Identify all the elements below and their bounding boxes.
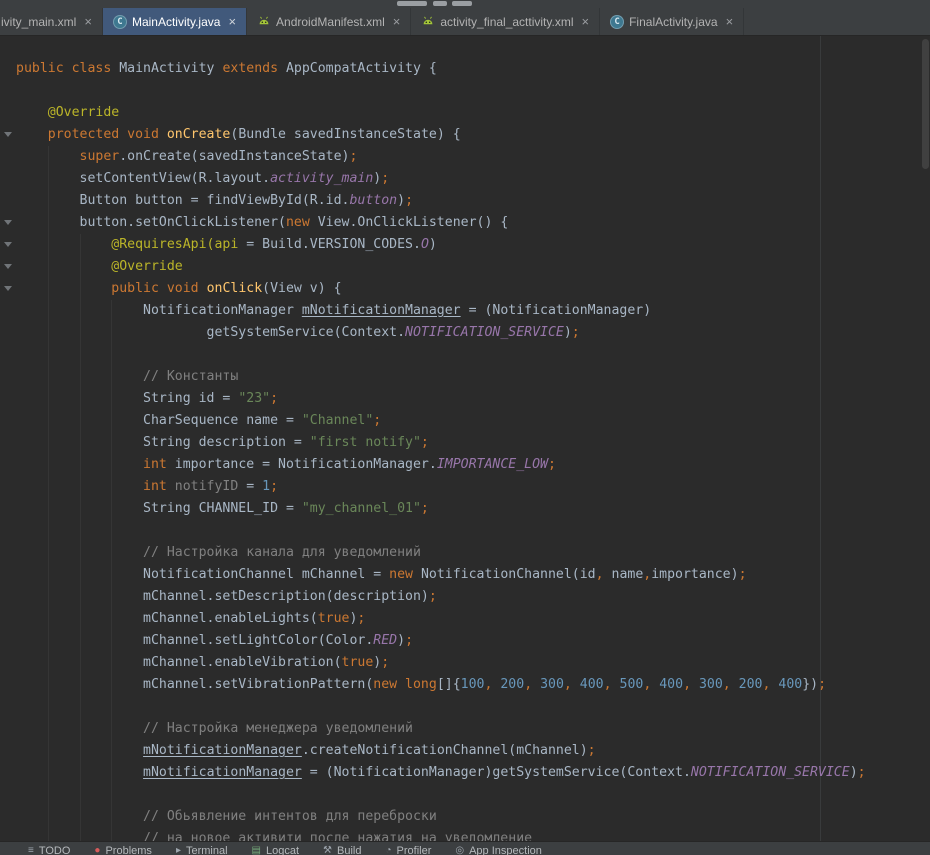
android-icon [421, 15, 435, 29]
code-line: mChannel.setVibrationPattern(new long[]{… [16, 674, 866, 696]
java-class-icon: C [113, 15, 127, 29]
close-tab-icon[interactable]: × [393, 15, 401, 28]
code-line: String CHANNEL_ID = "my_channel_01"; [16, 498, 866, 520]
toolwindow-label: Logcat [266, 845, 299, 855]
close-tab-icon[interactable]: × [726, 15, 734, 28]
toolwindow-label: TODO [39, 845, 71, 855]
toolbar-button[interactable] [397, 1, 427, 6]
code-line: NotificationManager mNotificationManager… [16, 300, 866, 322]
code-line: @Override [16, 102, 866, 124]
code-line: @RequiresApi(api = Build.VERSION_CODES.O… [16, 234, 866, 256]
code-line: mChannel.setLightColor(Color.RED); [16, 630, 866, 652]
editor-gutter [0, 36, 16, 841]
close-tab-icon[interactable]: × [228, 15, 236, 28]
tab-androidmanifest-xml[interactable]: AndroidManifest.xml × [247, 8, 411, 35]
code-area: public class MainActivity extends AppCom… [16, 58, 866, 841]
code-line: String description = "first notify"; [16, 432, 866, 454]
code-line: protected void onCreate(Bundle savedInst… [16, 124, 866, 146]
code-line: int importance = NotificationManager.IMP… [16, 454, 866, 476]
code-line: super.onCreate(savedInstanceState); [16, 146, 866, 168]
code-line: button.setOnClickListener(new View.OnCli… [16, 212, 866, 234]
code-editor[interactable]: public class MainActivity extends AppCom… [0, 36, 930, 841]
code-line: mChannel.enableLights(true); [16, 608, 866, 630]
toolwindow-label: Problems [105, 845, 151, 855]
tab-activity-final-acttivity-xml[interactable]: activity_final_acttivity.xml × [411, 8, 600, 35]
toolwindow-logcat[interactable]: ▤ Logcat [252, 842, 299, 855]
fold-arrow-icon[interactable] [4, 286, 12, 291]
code-line: // Настройка менеджера уведомлений [16, 718, 866, 740]
toolwindow-label: App Inspection [469, 845, 542, 855]
toolwindow-problems[interactable]: ● Problems [94, 842, 152, 855]
problems-icon: ● [94, 846, 100, 855]
android-icon [257, 15, 271, 29]
tab-label: activity_final_acttivity.xml [440, 15, 573, 29]
toolwindow-label: Terminal [186, 845, 228, 855]
close-tab-icon[interactable]: × [84, 15, 92, 28]
code-line: public class MainActivity extends AppCom… [16, 58, 866, 80]
code-line: NotificationChannel mChannel = new Notif… [16, 564, 866, 586]
code-line: mNotificationManager = (NotificationMana… [16, 762, 866, 784]
code-line: @Override [16, 256, 866, 278]
code-line [16, 344, 866, 366]
editor-tab-bar: ivity_main.xml×CMainActivity.java×Androi… [0, 8, 930, 36]
toolwindow-label: Build [337, 845, 361, 855]
tab-finalactivity-java[interactable]: C FinalActivity.java × [600, 8, 744, 35]
fold-arrow-icon[interactable] [4, 242, 12, 247]
tab-label: AndroidManifest.xml [276, 15, 385, 29]
code-line: getSystemService(Context.NOTIFICATION_SE… [16, 322, 866, 344]
tab-mainactivity-java[interactable]: C MainActivity.java × [103, 8, 247, 35]
tab-label: MainActivity.java [132, 15, 220, 29]
code-line: public void onClick(View v) { [16, 278, 866, 300]
code-line: // Обьявление интентов для переброски [16, 806, 866, 828]
code-line: mChannel.enableVibration(true); [16, 652, 866, 674]
fold-arrow-icon[interactable] [4, 220, 12, 225]
tab-label: FinalActivity.java [629, 15, 717, 29]
code-line: mNotificationManager.createNotificationC… [16, 740, 866, 762]
profiler-icon: ◔ [385, 846, 391, 855]
scrollbar-thumb[interactable] [922, 39, 929, 169]
app-inspection-icon: ◎ [455, 846, 464, 855]
code-line [16, 784, 866, 806]
code-line: int notifyID = 1; [16, 476, 866, 498]
code-line [16, 696, 866, 718]
toolwindow-app-inspection[interactable]: ◎ App Inspection [455, 842, 542, 855]
code-line [16, 80, 866, 102]
close-tab-icon[interactable]: × [582, 15, 590, 28]
toolwindow-build[interactable]: ⚒ Build [323, 842, 361, 855]
code-line: // на новое активити после нажатия на ув… [16, 828, 866, 841]
code-line: String id = "23"; [16, 388, 866, 410]
toolwindow-label: Profiler [397, 845, 432, 855]
toolbar-button[interactable] [433, 1, 447, 6]
java-class-icon: C [610, 15, 624, 29]
code-line: CharSequence name = "Channel"; [16, 410, 866, 432]
fold-arrow-icon[interactable] [4, 264, 12, 269]
todo-icon: ≡ [28, 846, 34, 855]
build-icon: ⚒ [323, 846, 332, 855]
toolwindow-todo[interactable]: ≡ TODO [28, 842, 70, 855]
code-line [16, 520, 866, 542]
toolwindow-profiler[interactable]: ◔ Profiler [385, 842, 431, 855]
tab-ivity-main-xml[interactable]: ivity_main.xml × [0, 8, 103, 35]
code-line: setContentView(R.layout.activity_main); [16, 168, 866, 190]
code-line: Button button = findViewById(R.id.button… [16, 190, 866, 212]
main-toolbar [0, 0, 930, 8]
logcat-icon: ▤ [252, 846, 261, 855]
code-line: // Константы [16, 366, 866, 388]
tab-label: ivity_main.xml [1, 15, 76, 29]
terminal-icon: ▸ [176, 846, 181, 855]
toolbar-button[interactable] [452, 1, 472, 6]
fold-arrow-icon[interactable] [4, 132, 12, 137]
tool-window-bar: ≡ TODO ● Problems ▸ Terminal ▤ Logcat ⚒ Build ◔ Pro… [0, 841, 930, 855]
code-line: mChannel.setDescription(description); [16, 586, 866, 608]
toolwindow-terminal[interactable]: ▸ Terminal [176, 842, 228, 855]
code-line: // Настройка канала для уведомлений [16, 542, 866, 564]
